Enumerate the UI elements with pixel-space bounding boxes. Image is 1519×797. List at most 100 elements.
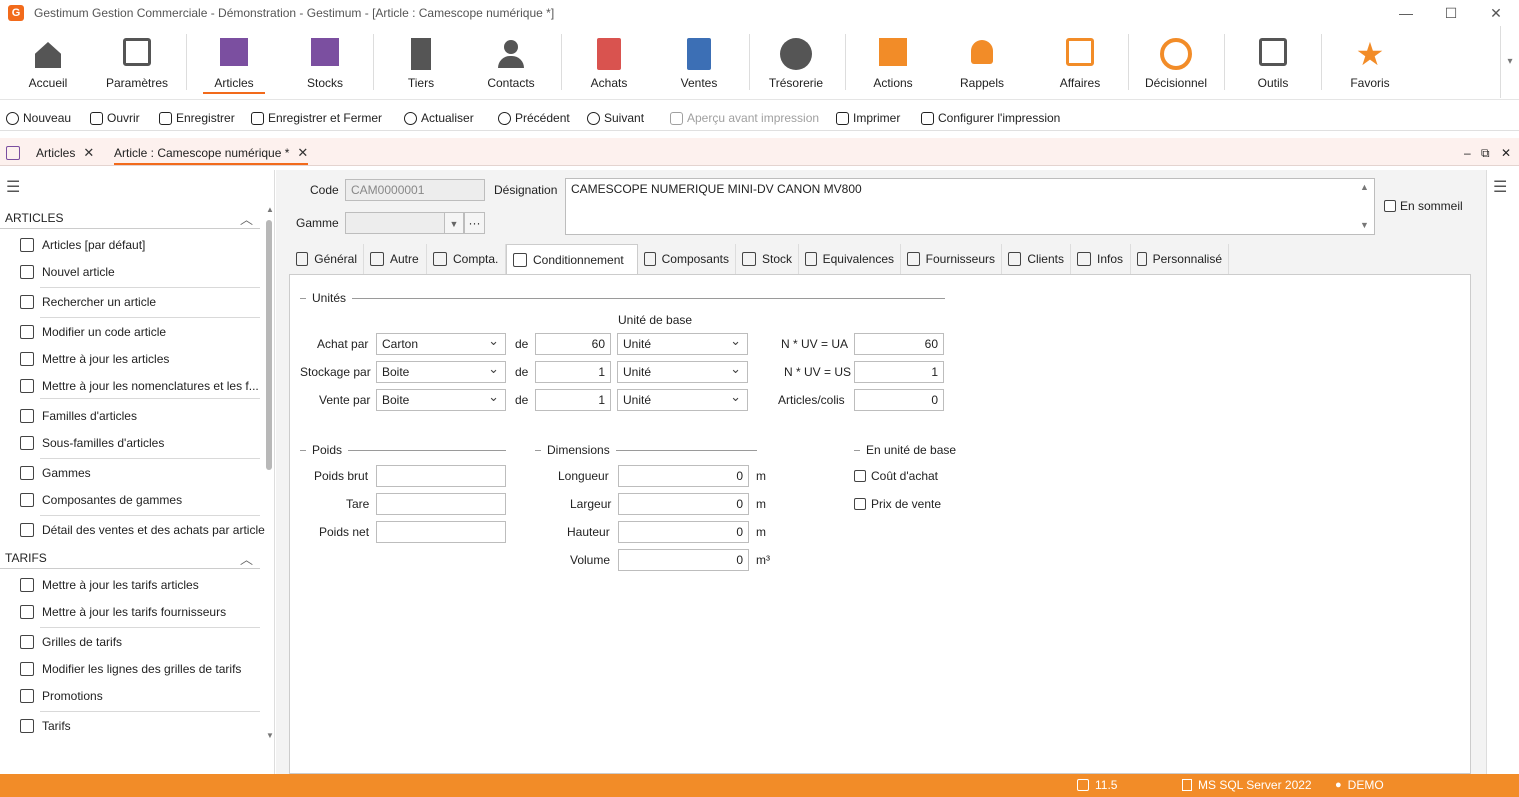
nav-item[interactable]: Mettre à jour les tarifs articles	[20, 578, 199, 592]
nav-item[interactable]: Articles [par défaut]	[20, 238, 145, 252]
tab-articles[interactable]: Articles ✕	[36, 143, 94, 163]
gamme-browse-button[interactable]: ···	[464, 212, 485, 234]
poids-field[interactable]	[376, 521, 506, 543]
nav-item[interactable]: Rechercher un article	[20, 295, 156, 309]
hamburger-icon[interactable]: ☰	[6, 177, 20, 197]
tab-compta[interactable]: Compta.	[427, 244, 506, 274]
nav-item[interactable]: Tarifs	[20, 719, 71, 733]
tab-stock[interactable]: Stock	[736, 244, 799, 274]
close-tab-icon[interactable]: ✕	[297, 145, 308, 161]
ribbon-ventes-button[interactable]: Ventes	[654, 26, 744, 98]
previous-button[interactable]: Précédent	[498, 109, 570, 127]
dimension-field[interactable]: 0	[618, 465, 749, 487]
ribbon-paramètres-button[interactable]: Paramètres	[92, 26, 182, 98]
print-button[interactable]: Imprimer	[836, 109, 900, 127]
tab-composants[interactable]: Composants	[638, 244, 736, 274]
section-articles[interactable]: ARTICLES	[5, 211, 63, 225]
nav-item[interactable]: Sous-familles d'articles	[20, 436, 164, 450]
nav-item[interactable]: Modifier les lignes des grilles de tarif…	[20, 662, 241, 676]
ribbon-outils-button[interactable]: Outils	[1228, 26, 1318, 98]
nav-item[interactable]: Modifier un code article	[20, 325, 166, 339]
unit-select[interactable]: Boite	[376, 387, 506, 411]
ribbon-tiers-button[interactable]: Tiers	[376, 26, 466, 98]
tab-equivalences[interactable]: Equivalences	[799, 244, 901, 274]
quantity-field[interactable]: 1	[535, 361, 611, 383]
dimension-field[interactable]: 0	[618, 549, 749, 571]
tab-clients[interactable]: Clients	[1002, 244, 1071, 274]
nav-item[interactable]: Promotions	[20, 689, 103, 703]
ribbon-favoris-button[interactable]: ★ Favoris	[1325, 26, 1415, 98]
scroll-up-icon[interactable]: ▲	[1360, 182, 1369, 192]
gamme-field[interactable]	[345, 212, 445, 234]
ratio-field[interactable]: 60	[854, 333, 944, 355]
tab-close-button[interactable]: ✕	[1501, 143, 1511, 163]
gamme-dropdown-button[interactable]: ▼	[444, 212, 464, 234]
chevron-up-icon[interactable]: ︿	[240, 209, 253, 228]
ribbon-rappels-button[interactable]: Rappels	[937, 26, 1027, 98]
ribbon-affaires-button[interactable]: Affaires	[1035, 26, 1125, 98]
nav-item[interactable]: Nouvel article	[20, 265, 115, 279]
tab-minimize-button[interactable]: ‒	[1464, 143, 1471, 163]
tab-infos[interactable]: Infos	[1071, 244, 1131, 274]
ribbon-contacts-button[interactable]: Contacts	[466, 26, 556, 98]
base-unit-select[interactable]: Unité	[617, 359, 748, 383]
designation-field[interactable]: CAMESCOPE NUMERIQUE MINI-DV CANON MV800	[565, 178, 1375, 235]
save-close-button[interactable]: Enregistrer et Fermer	[251, 109, 382, 127]
nav-item[interactable]: Grilles de tarifs	[20, 635, 122, 649]
ribbon-trésorerie-button[interactable]: Trésorerie	[751, 26, 841, 98]
tab-gnral[interactable]: Général	[290, 244, 364, 274]
base-unit-select[interactable]: Unité	[617, 387, 748, 411]
nav-item[interactable]: Détail des ventes et des achats par arti…	[20, 523, 265, 537]
nav-item[interactable]: Mettre à jour les nomenclatures et les f…	[20, 379, 259, 393]
ribbon-actions-button[interactable]: Actions	[848, 26, 938, 98]
close-tab-icon[interactable]: ✕	[83, 145, 94, 161]
base-unit-select[interactable]: Unité	[617, 331, 748, 355]
scroll-down-icon[interactable]: ▼	[1360, 220, 1369, 230]
maximize-button[interactable]: ☐	[1428, 0, 1474, 26]
doc-list-icon[interactable]	[6, 143, 20, 163]
left-scrollbar[interactable]: ▲ ▼	[264, 205, 274, 740]
nav-item[interactable]: Composantes de gammes	[20, 493, 182, 507]
unit-select[interactable]: Carton	[376, 331, 506, 355]
ratio-field[interactable]: 0	[854, 389, 944, 411]
nav-item[interactable]: Familles d'articles	[20, 409, 137, 423]
unit-select[interactable]: Boite	[376, 359, 506, 383]
tab-personnalis[interactable]: Personnalisé	[1131, 244, 1229, 274]
prix-vente-checkbox[interactable]: Prix de vente	[854, 497, 941, 511]
open-button[interactable]: Ouvrir	[90, 109, 140, 127]
nav-item[interactable]: Mettre à jour les articles	[20, 352, 169, 366]
quantity-field[interactable]: 60	[535, 333, 611, 355]
minimize-button[interactable]: —	[1383, 0, 1429, 26]
ratio-field[interactable]: 1	[854, 361, 944, 383]
sommeil-checkbox[interactable]: En sommeil	[1384, 199, 1463, 213]
chevron-up-icon[interactable]: ︿	[240, 549, 253, 568]
tab-conditionnement[interactable]: Conditionnement	[506, 244, 638, 275]
tab-article-camescope[interactable]: Article : Camescope numérique * ✕	[114, 143, 309, 165]
poids-field[interactable]	[376, 465, 506, 487]
code-field[interactable]: CAM0000001	[345, 179, 485, 201]
ribbon-décisionnel-button[interactable]: Décisionnel	[1131, 26, 1221, 98]
dimension-field[interactable]: 0	[618, 493, 749, 515]
tab-restore-button[interactable]: ⧉	[1481, 143, 1490, 163]
tab-autre[interactable]: Autre	[364, 244, 427, 274]
save-button[interactable]: Enregistrer	[159, 109, 235, 127]
section-tarifs[interactable]: TARIFS	[5, 551, 47, 565]
ribbon-articles-button[interactable]: Articles	[189, 26, 279, 98]
nav-item[interactable]: Gammes	[20, 466, 91, 480]
close-window-button[interactable]: ✕	[1473, 0, 1519, 26]
ribbon-scroll-button[interactable]: ▾	[1500, 26, 1519, 98]
next-button[interactable]: Suivant	[587, 109, 644, 127]
print-config-button[interactable]: Configurer l'impression	[921, 109, 1060, 127]
ribbon-accueil-button[interactable]: Accueil	[3, 26, 93, 98]
tab-fournisseurs[interactable]: Fournisseurs	[901, 244, 1002, 274]
nav-item[interactable]: Mettre à jour les tarifs fournisseurs	[20, 605, 226, 619]
hamburger-icon[interactable]: ☰	[1493, 177, 1507, 197]
dimension-field[interactable]: 0	[618, 521, 749, 543]
poids-field[interactable]	[376, 493, 506, 515]
refresh-button[interactable]: Actualiser	[404, 109, 474, 127]
ribbon-achats-button[interactable]: Achats	[564, 26, 654, 98]
cout-achat-checkbox[interactable]: Coût d'achat	[854, 469, 938, 483]
new-button[interactable]: Nouveau	[6, 109, 71, 127]
quantity-field[interactable]: 1	[535, 389, 611, 411]
ribbon-stocks-button[interactable]: Stocks	[280, 26, 370, 98]
